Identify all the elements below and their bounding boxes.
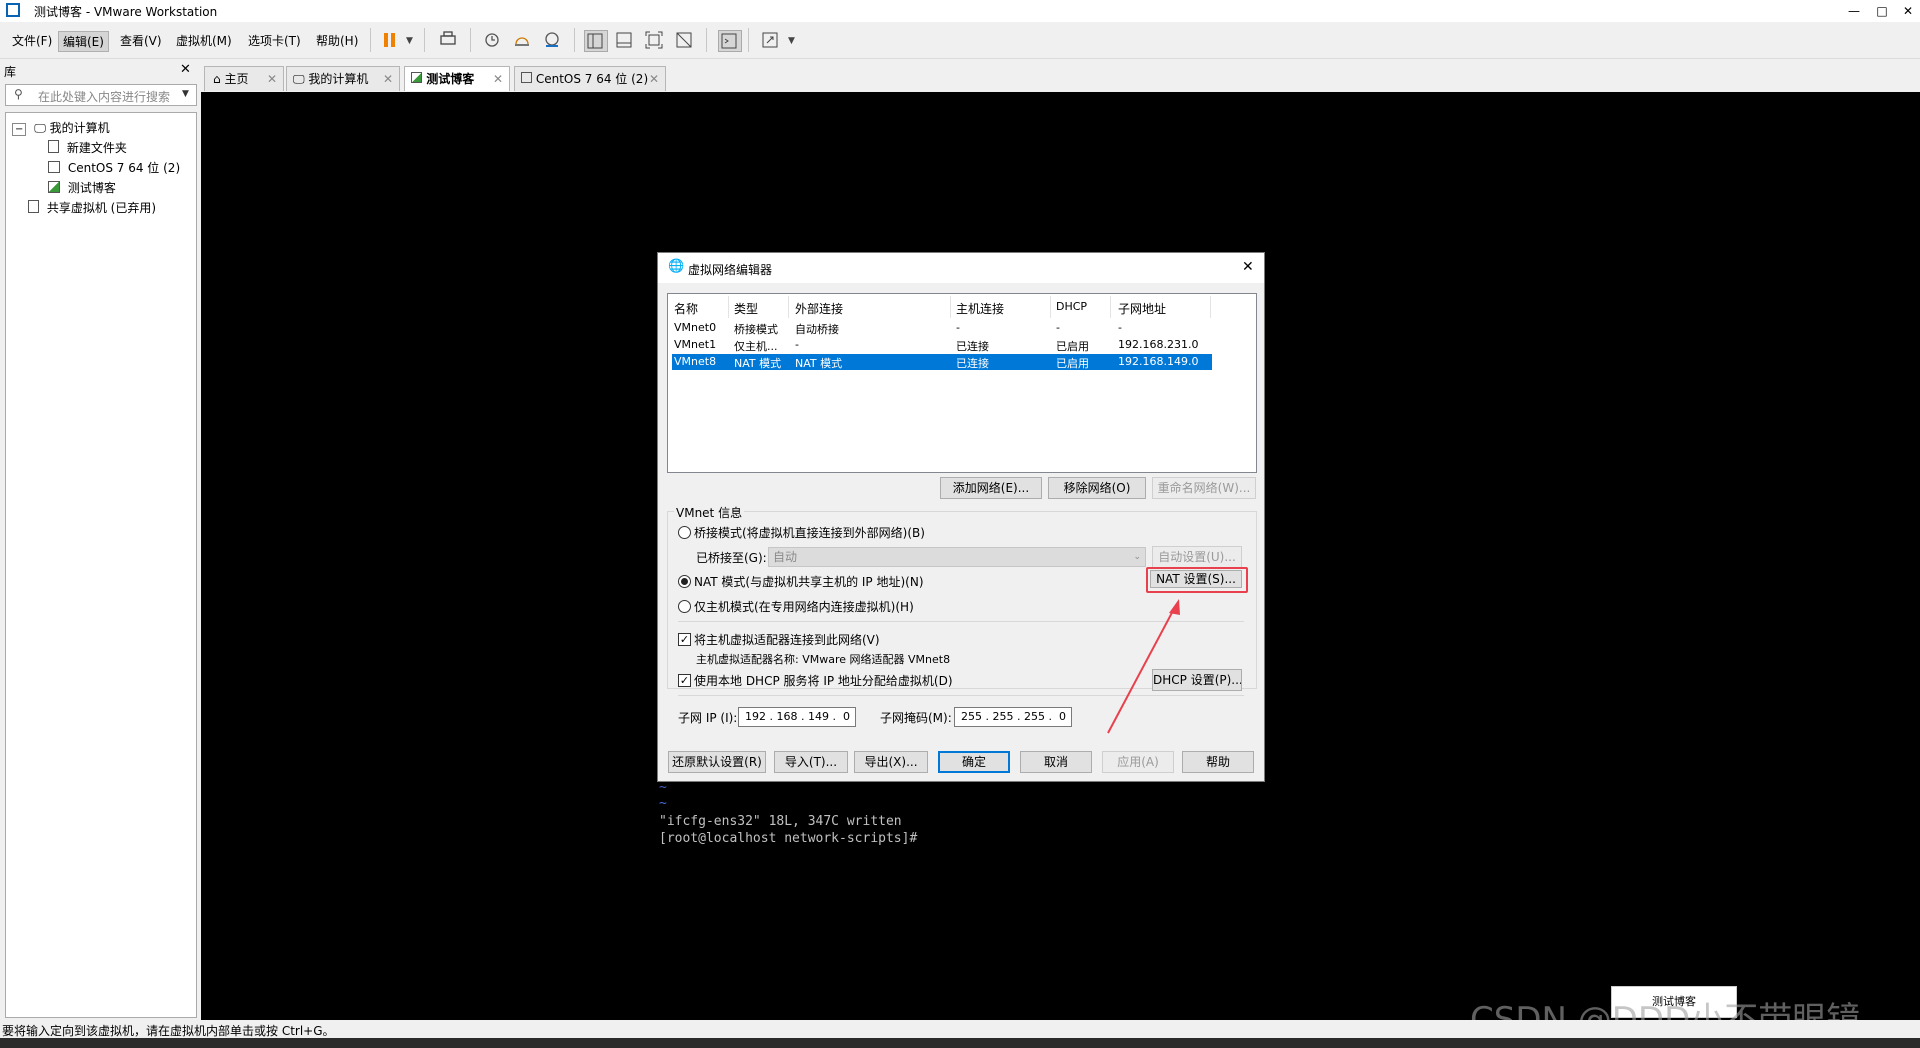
annotation-arrow [1107, 599, 1180, 734]
fullscreen-icon[interactable] [644, 30, 666, 50]
terminal-prompt: [root@localhost network-scripts]# [659, 831, 918, 846]
console-view-icon[interactable] [718, 30, 742, 52]
tab-close-icon[interactable]: ✕ [493, 67, 503, 91]
pause-icon[interactable] [380, 30, 402, 50]
computer-icon: 🖵 [293, 72, 305, 86]
library-close-icon[interactable]: ✕ [180, 62, 191, 77]
snapshot-manager-icon[interactable] [542, 30, 564, 50]
title-bar: 测试博客 - VMware Workstation — □ ✕ [0, 0, 1920, 22]
library-search-input[interactable]: ⚲ 在此处键入内容进行搜索 ▼ [5, 84, 197, 106]
tab-label: CentOS 7 64 位 (2) [535, 72, 649, 86]
menu-edit[interactable]: 编辑(E) [58, 31, 109, 52]
revert-snapshot-icon[interactable] [512, 30, 534, 50]
stretch-icon[interactable] [760, 30, 782, 50]
status-bar: 要将输入定向到该虚拟机，请在虚拟机内部单击或按 Ctrl+G。 [0, 1020, 1920, 1038]
menu-tabs[interactable]: 选项卡(T) [244, 31, 305, 50]
terminal-tilde: ~ [659, 796, 667, 811]
tab-centos[interactable]: CentOS 7 64 位 (2) ✕ [514, 66, 666, 91]
vm-icon [48, 161, 60, 173]
tree-item-test-blog[interactable]: 测试博客 [48, 179, 116, 196]
ok-button[interactable]: 确定 [938, 751, 1010, 773]
menu-vm[interactable]: 虚拟机(M) [172, 31, 236, 50]
tree-item-label: 我的计算机 [49, 121, 110, 135]
chevron-down-icon[interactable]: ▼ [182, 89, 189, 99]
collapse-icon[interactable]: − [12, 123, 27, 136]
restore-defaults-button[interactable]: 还原默认设置(R) [668, 751, 766, 773]
vm-icon [521, 72, 532, 83]
computer-icon: 🖵 [34, 121, 46, 135]
folder-icon [48, 140, 59, 153]
toolbar-separator [424, 28, 425, 52]
tab-close-icon[interactable]: ✕ [649, 67, 659, 91]
toolbar-separator [748, 28, 749, 52]
library-tree: − 🖵 我的计算机 新建文件夹 CentOS 7 64 位 (2) 测试博客 共… [5, 112, 197, 1018]
maximize-icon[interactable]: □ [1868, 0, 1896, 22]
tree-item-label: CentOS 7 64 位 (2) [67, 161, 181, 175]
toolbar-separator [574, 28, 575, 52]
bottom-bar [0, 1038, 1920, 1048]
shared-vm-icon [28, 200, 39, 213]
terminal-line: "ifcfg-ens32" 18L, 347C written [659, 814, 902, 829]
tree-item-new-folder[interactable]: 新建文件夹 [48, 139, 127, 156]
tab-label: 主页 [224, 72, 249, 86]
menu-bar: 文件(F) 编辑(E) 查看(V) 虚拟机(M) 选项卡(T) 帮助(H) ▼ … [0, 22, 1920, 59]
minimize-icon[interactable]: — [1840, 0, 1868, 22]
menu-file[interactable]: 文件(F) [8, 31, 56, 50]
vm-running-icon [48, 181, 60, 193]
menu-view[interactable]: 查看(V) [116, 31, 166, 50]
virtual-network-editor-dialog: 🌐 虚拟网络编辑器 ✕ 名称 类型 外部连接 主机连接 DHCP 子网地址 VM… [657, 252, 1265, 782]
toolbar-separator [706, 28, 707, 52]
tree-item-label: 新建文件夹 [66, 141, 127, 155]
chevron-down-icon[interactable]: ▼ [406, 36, 413, 46]
help-button[interactable]: 帮助 [1182, 751, 1254, 773]
tab-close-icon[interactable]: ✕ [267, 67, 277, 91]
tree-item-label: 共享虚拟机 (已弃用) [46, 201, 157, 215]
tree-item-my-computer[interactable]: − 🖵 我的计算机 [12, 119, 110, 136]
search-icon: ⚲ [14, 87, 23, 101]
home-icon: ⌂ [213, 72, 221, 86]
vm-running-icon [411, 72, 422, 83]
tree-item-shared-vms[interactable]: 共享虚拟机 (已弃用) [28, 199, 156, 216]
apply-button[interactable]: 应用(A) [1102, 751, 1174, 773]
window-title: 测试博客 - VMware Workstation [34, 5, 218, 19]
unity-icon[interactable] [674, 30, 696, 50]
terminal-tilde: ~ [659, 780, 667, 795]
vmware-logo-icon [6, 3, 20, 17]
import-button[interactable]: 导入(T)... [774, 751, 848, 773]
export-button[interactable]: 导出(X)... [854, 751, 928, 773]
search-placeholder: 在此处键入内容进行搜索 [38, 90, 171, 104]
tab-home[interactable]: ⌂ 主页 ✕ [204, 66, 284, 91]
tab-my-computer[interactable]: 🖵 我的计算机 ✕ [286, 66, 400, 91]
thumbnail-bar-icon[interactable] [614, 30, 636, 50]
tab-test-blog[interactable]: 测试博客 ✕ [404, 66, 510, 91]
library-header: 库 ✕ [0, 60, 200, 80]
tab-label: 我的计算机 [308, 72, 369, 86]
send-keys-icon[interactable] [438, 30, 460, 50]
tab-label: 测试博客 [426, 72, 475, 86]
show-library-icon[interactable] [584, 30, 608, 52]
tree-item-centos[interactable]: CentOS 7 64 位 (2) [48, 159, 180, 176]
snapshot-icon[interactable] [482, 30, 504, 50]
tab-close-icon[interactable]: ✕ [383, 67, 393, 91]
status-text: 要将输入定向到该虚拟机，请在虚拟机内部单击或按 Ctrl+G。 [2, 1024, 335, 1038]
tree-item-label: 测试博客 [67, 181, 116, 195]
close-icon[interactable]: ✕ [1894, 0, 1920, 22]
toolbar-separator [370, 28, 371, 52]
cancel-button[interactable]: 取消 [1020, 751, 1092, 773]
toolbar-separator [470, 28, 471, 52]
chevron-down-icon[interactable]: ▼ [788, 36, 795, 46]
library-title: 库 [4, 65, 17, 79]
menu-help[interactable]: 帮助(H) [312, 31, 362, 50]
